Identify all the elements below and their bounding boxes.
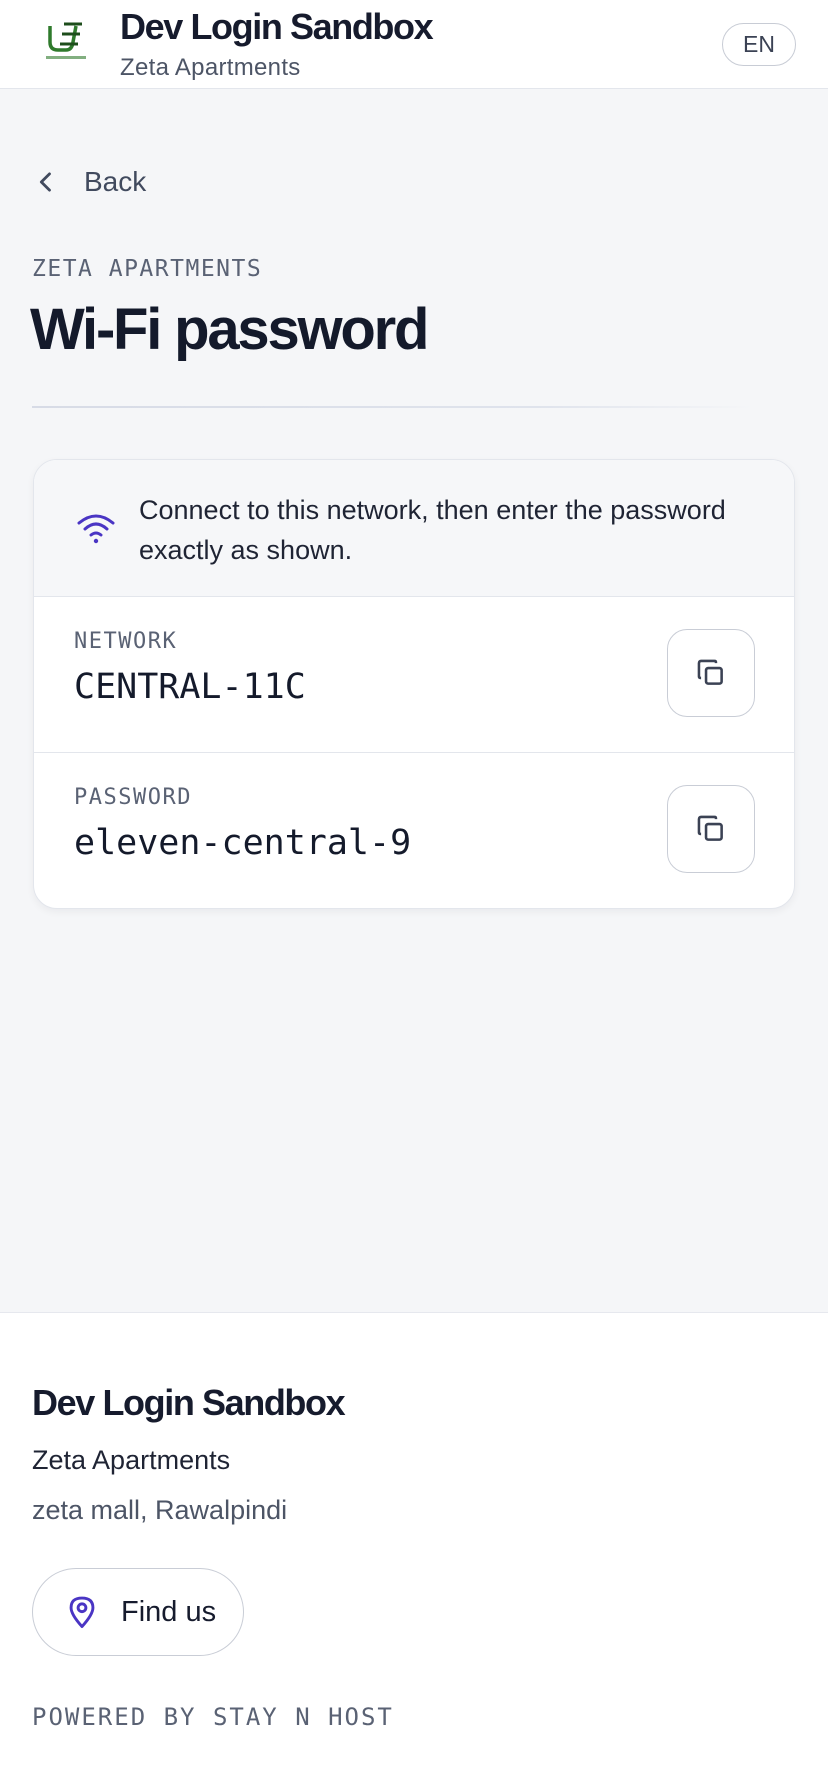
footer-title: Dev Login Sandbox (32, 1382, 346, 1423)
top-bar: Dev Login Sandbox Zeta Apartments EN (0, 0, 828, 89)
copy-icon (697, 659, 723, 685)
network-label: NETWORK (74, 629, 178, 654)
wifi-notice: Connect to this network, then enter the … (34, 460, 794, 597)
wifi-card: Connect to this network, then enter the … (33, 459, 795, 909)
copy-icon (697, 815, 723, 841)
network-value: CENTRAL-11C (74, 667, 306, 707)
password-row: PASSWORD eleven-central-9 (34, 753, 794, 908)
back-link[interactable]: Back (32, 160, 146, 204)
chevron-left-icon (39, 172, 51, 192)
notice-text: Connect to this network, then enter the … (139, 495, 726, 565)
footer: Dev Login Sandbox Zeta Apartments zeta m… (0, 1312, 828, 1792)
map-pin-icon (69, 1596, 95, 1629)
title-divider (32, 406, 752, 408)
back-label: Back (84, 166, 147, 197)
footer-address: zeta mall, Rawalpindi (32, 1495, 288, 1525)
wifi-icon (77, 514, 115, 544)
brand-logo[interactable] (40, 20, 92, 64)
copy-network-button[interactable] (667, 629, 755, 717)
footer-property-name: Zeta Apartments (32, 1445, 231, 1475)
network-row: NETWORK CENTRAL-11C (34, 597, 794, 753)
brand-title: Dev Login Sandbox (120, 6, 434, 47)
copy-password-button[interactable] (667, 785, 755, 873)
find-us-label: Find us (121, 1595, 217, 1628)
find-us-button[interactable]: Find us (32, 1568, 244, 1656)
powered-by: POWERED BY STAY N HOST (32, 1703, 394, 1731)
page-title: Wi-Fi password (30, 297, 429, 362)
password-value: eleven-central-9 (74, 823, 412, 863)
language-button[interactable]: EN (722, 23, 796, 66)
password-label: PASSWORD (74, 785, 192, 810)
brand-subtitle: Zeta Apartments (120, 54, 301, 81)
urban-elan-logo-icon (46, 22, 86, 59)
property-eyebrow: ZETA APARTMENTS (32, 256, 263, 282)
